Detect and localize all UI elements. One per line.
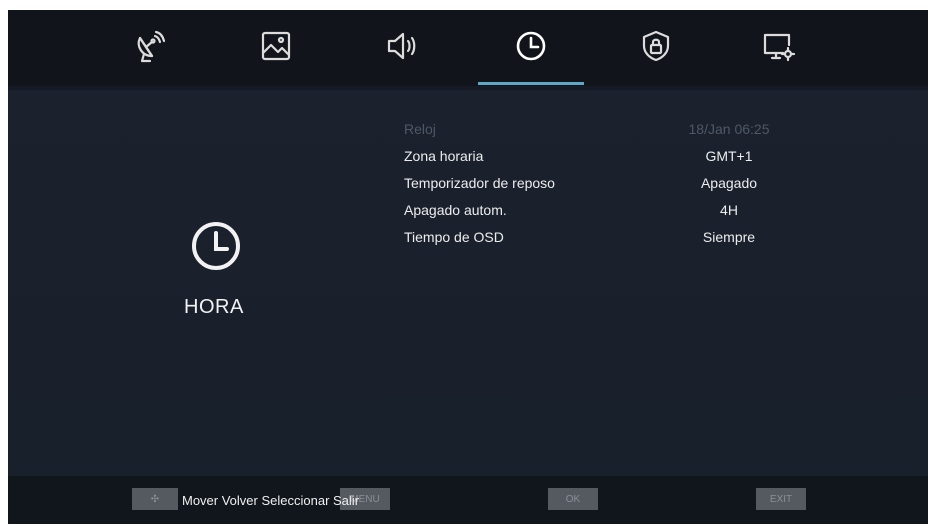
setting-label: Reloj <box>404 121 436 137</box>
setting-label: Temporizador de reposo <box>404 175 555 191</box>
tab-lock[interactable] <box>626 20 686 72</box>
setting-row-clock: Reloj 18/Jan 06:25 <box>404 118 844 140</box>
tab-setup[interactable] <box>748 20 808 72</box>
section-title: HORA <box>184 296 244 318</box>
setting-value: Siempre <box>702 229 756 245</box>
monitor-settings-icon <box>763 33 796 62</box>
setting-row-timezone[interactable]: Zona horaria GMT+1 <box>404 145 844 167</box>
satellite-dish-icon <box>137 30 166 63</box>
move-key-icon: ✣ <box>132 488 178 510</box>
setting-value: 18/Jan 06:25 <box>688 121 770 137</box>
menu-tab-bar <box>8 10 928 86</box>
active-tab-indicator <box>478 82 584 85</box>
clock-icon <box>516 31 546 61</box>
setting-row-sleep-timer[interactable]: Temporizador de reposo Apagado <box>404 172 844 194</box>
setting-label: Apagado autom. <box>404 202 507 218</box>
osd-screen: HORA Reloj 18/Jan 06:25 Zona horaria GMT… <box>8 10 928 524</box>
section-clock-icon <box>192 222 240 270</box>
lock-icon <box>642 30 670 62</box>
exit-key-icon: EXIT <box>756 488 806 510</box>
setting-label: Zona horaria <box>404 148 484 164</box>
tab-time[interactable] <box>501 20 561 72</box>
key-hint-bar: ✣ MENU OK EXIT Mover Volver Seleccionar … <box>8 476 928 524</box>
settings-panel: HORA Reloj 18/Jan 06:25 Zona horaria GMT… <box>8 90 928 476</box>
setting-label: Tiempo de OSD <box>404 229 504 245</box>
setting-row-auto-off[interactable]: Apagado autom. 4H <box>404 199 844 221</box>
setting-row-osd-time[interactable]: Tiempo de OSD Siempre <box>404 226 844 248</box>
ok-key-icon: OK <box>548 488 598 510</box>
setting-value: GMT+1 <box>705 148 753 164</box>
tab-sound[interactable] <box>372 20 432 72</box>
setting-value: 4H <box>720 202 738 218</box>
tab-picture[interactable] <box>246 20 306 72</box>
key-hint-text: Mover Volver Seleccionar Salir <box>182 493 360 508</box>
tab-channel[interactable] <box>120 20 180 72</box>
speaker-icon <box>387 32 416 60</box>
setting-value: Apagado <box>700 175 758 191</box>
picture-icon <box>261 31 291 61</box>
